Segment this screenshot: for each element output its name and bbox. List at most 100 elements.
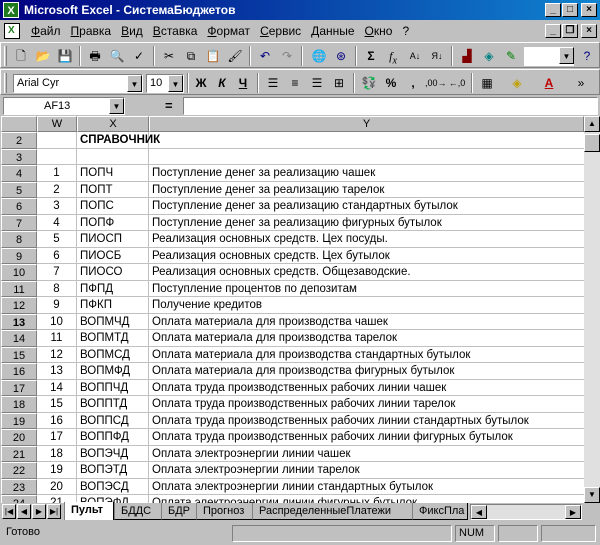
redo-icon[interactable]: ↷ xyxy=(277,46,297,66)
row-header[interactable]: 6 xyxy=(1,198,37,215)
doc-close-icon[interactable]: × xyxy=(581,24,597,38)
cell-x[interactable]: ПИОСО xyxy=(77,264,149,281)
next-sheet-icon[interactable]: ▶ xyxy=(32,504,46,519)
cell-x[interactable]: ПОПТ xyxy=(77,181,149,198)
sheet-tab[interactable]: Прогноз xyxy=(196,503,253,520)
row-header[interactable]: 12 xyxy=(1,297,37,314)
cut-icon[interactable]: ✂ xyxy=(159,46,179,66)
cell-y[interactable]: Оплата электроэнергии линии чашек xyxy=(149,446,584,462)
cell-w[interactable]: 14 xyxy=(37,379,77,396)
print-icon[interactable]: 🖶 xyxy=(85,46,105,66)
cell-x[interactable]: ВОПМФД xyxy=(77,363,149,380)
cell-w[interactable]: 13 xyxy=(37,363,77,380)
cell-y[interactable]: Оплата материала для производства чашек xyxy=(149,314,584,330)
row-header[interactable]: 18 xyxy=(1,396,37,413)
row-header[interactable]: 11 xyxy=(1,280,37,297)
more-buttons-icon[interactable]: » xyxy=(571,73,591,93)
cell-w[interactable]: 10 xyxy=(37,313,77,330)
function-icon[interactable]: fx xyxy=(383,46,403,66)
sheet-tab[interactable]: Пульт xyxy=(64,502,114,520)
cell-y[interactable]: Получение кредитов xyxy=(149,297,584,314)
currency-icon[interactable]: 💱 xyxy=(359,73,379,93)
scroll-down-icon[interactable]: ▼ xyxy=(584,487,600,503)
menu-item[interactable]: Файл xyxy=(26,24,66,38)
cell-y[interactable]: Реализация основных средств. Цех посуды. xyxy=(149,231,584,248)
cell-w[interactable]: 11 xyxy=(37,330,77,347)
decrease-decimal-icon[interactable]: ←,0 xyxy=(447,73,467,93)
cell-y[interactable]: Поступление денег за реализацию тарелок xyxy=(149,182,584,198)
bold-button[interactable]: Ж xyxy=(191,73,211,93)
cell-y[interactable]: Оплата труда производственных рабочих ли… xyxy=(149,380,584,396)
map-icon[interactable]: ◈ xyxy=(479,46,499,66)
cell-w[interactable]: 19 xyxy=(37,462,77,479)
copy-icon[interactable]: ⧉ xyxy=(181,46,201,66)
increase-decimal-icon[interactable]: ,00→ xyxy=(425,73,447,93)
cell-w[interactable]: 15 xyxy=(37,396,77,413)
cell-x[interactable]: ВОППТД xyxy=(77,396,149,413)
cell-x[interactable]: ПИОСП xyxy=(77,231,149,248)
chevron-down-icon[interactable]: ▼ xyxy=(127,75,142,92)
cell-x[interactable]: ВОПЭТД xyxy=(77,462,149,479)
vertical-scrollbar[interactable]: ▲ ▼ xyxy=(584,116,600,503)
cell-x[interactable]: ПФКП xyxy=(77,297,149,314)
cell-w[interactable]: 4 xyxy=(37,214,77,231)
cell-w[interactable]: 2 xyxy=(37,181,77,198)
cell-y[interactable] xyxy=(149,149,584,165)
undo-icon[interactable]: ↶ xyxy=(255,46,275,66)
cell-y[interactable]: Оплата материала для производства фигурн… xyxy=(149,363,584,380)
excel-icon[interactable]: X xyxy=(3,2,19,18)
align-center-icon[interactable]: ≡ xyxy=(285,73,305,93)
cell-w[interactable]: 8 xyxy=(37,280,77,297)
font-color-icon[interactable]: A xyxy=(539,73,559,93)
scroll-up-icon[interactable]: ▲ xyxy=(584,116,600,132)
cell-w[interactable]: 9 xyxy=(37,297,77,314)
fill-color-icon[interactable]: ◈ xyxy=(507,73,527,93)
scroll-right-icon[interactable]: ▶ xyxy=(565,505,581,519)
cell-y[interactable]: Поступление денег за реализацию стандарт… xyxy=(149,198,584,215)
sort-descending-icon[interactable]: Я↓ xyxy=(427,46,447,66)
cell-x[interactable]: ПФПД xyxy=(77,280,149,297)
cell-w[interactable]: 18 xyxy=(37,445,77,462)
row-header[interactable]: 4 xyxy=(1,165,37,182)
percent-button[interactable]: % xyxy=(381,73,401,93)
cell-w[interactable]: 3 xyxy=(37,198,77,215)
first-sheet-icon[interactable]: |◀ xyxy=(2,504,16,519)
cell-x[interactable]: ПОПЧ xyxy=(77,165,149,182)
cell-x[interactable]: ВОППФД xyxy=(77,429,149,446)
cell-y[interactable]: Оплата электроэнергии линии тарелок xyxy=(149,462,584,479)
doc-restore-icon[interactable]: ❐ xyxy=(562,24,578,38)
row-header[interactable]: 15 xyxy=(1,346,37,363)
help-icon[interactable]: ? xyxy=(577,46,597,66)
cell-y[interactable]: Оплата труда производственных рабочих ли… xyxy=(149,413,584,429)
equals-sign[interactable]: = xyxy=(165,98,173,113)
merge-center-icon[interactable]: ⊞ xyxy=(329,73,349,93)
cell-w[interactable]: 6 xyxy=(37,247,77,264)
font-name-select[interactable]: Arial Cyr ▼ xyxy=(13,74,143,93)
row-header[interactable]: 7 xyxy=(1,214,37,231)
row-header[interactable]: 20 xyxy=(1,429,37,446)
scroll-thumb[interactable] xyxy=(584,134,600,152)
cell-y[interactable] xyxy=(149,132,584,149)
cell-w[interactable] xyxy=(37,148,77,165)
cell-w[interactable]: 16 xyxy=(37,412,77,429)
spelling-icon[interactable]: ✓ xyxy=(129,46,149,66)
maximize-icon[interactable]: □ xyxy=(562,3,578,17)
cell-w[interactable]: 1 xyxy=(37,165,77,182)
format-painter-icon[interactable]: 🖌 xyxy=(225,46,245,66)
minimize-icon[interactable]: _ xyxy=(545,3,561,17)
row-header[interactable]: 8 xyxy=(1,231,37,248)
menu-item[interactable]: Сервис xyxy=(255,24,306,38)
save-icon[interactable]: 💾 xyxy=(55,46,75,66)
sheet-tab[interactable]: РаспределенныеПлатежи xyxy=(252,503,413,520)
chevron-down-icon[interactable]: ▼ xyxy=(168,75,183,92)
sheet-tab[interactable]: БДР xyxy=(161,503,197,520)
cell-y[interactable]: Оплата электроэнергии линии фигурных бут… xyxy=(149,495,584,503)
cell-w[interactable]: 7 xyxy=(37,264,77,281)
cell-w[interactable]: 12 xyxy=(37,346,77,363)
cell-x[interactable]: ВОППЧД xyxy=(77,379,149,396)
sort-ascending-icon[interactable]: A↓ xyxy=(405,46,425,66)
doc-minimize-icon[interactable]: _ xyxy=(545,24,561,38)
font-size-select[interactable]: 10 ▼ xyxy=(146,74,184,93)
cell-y[interactable]: Поступление денег за реализацию чашек xyxy=(149,165,584,182)
row-header[interactable]: 23 xyxy=(1,478,37,495)
